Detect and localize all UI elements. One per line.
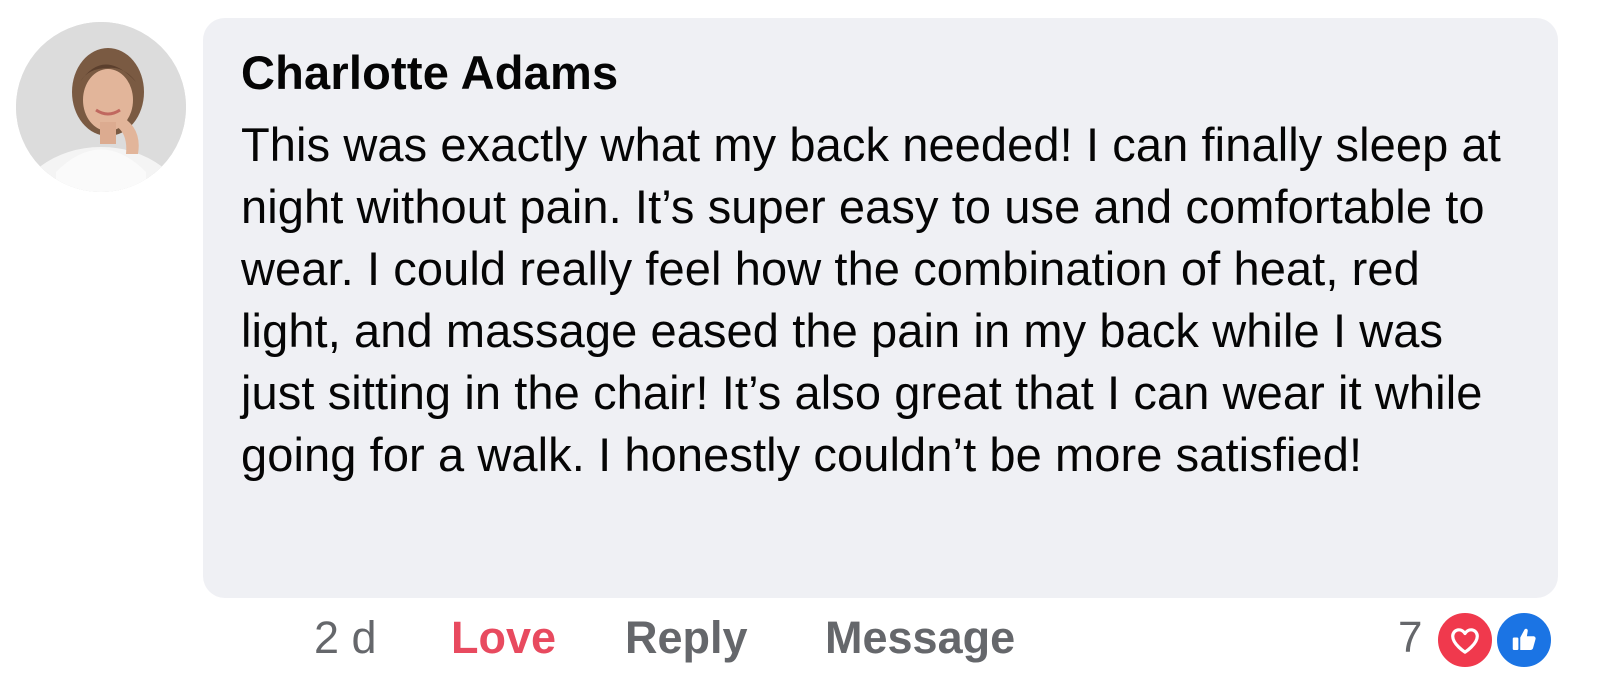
comment-text: This was exactly what my back needed! I … — [241, 118, 1501, 482]
reply-button[interactable]: Reply — [625, 608, 748, 668]
avatar[interactable] — [16, 22, 186, 192]
comment-timestamp[interactable]: 2 d — [314, 608, 377, 668]
thumbs-up-icon[interactable] — [1494, 610, 1554, 670]
avatar-photo-icon — [16, 22, 186, 192]
comment-bubble: Charlotte Adams This was exactly what my… — [203, 18, 1558, 598]
love-button[interactable]: Love — [451, 608, 556, 668]
heart-icon[interactable] — [1435, 610, 1495, 670]
comment-author[interactable]: Charlotte Adams — [241, 46, 1522, 100]
message-button[interactable]: Message — [825, 608, 1015, 668]
reaction-count[interactable]: 7 — [1398, 608, 1422, 668]
comment-actions: 2 d Love Reply Message 7 — [0, 608, 1600, 670]
